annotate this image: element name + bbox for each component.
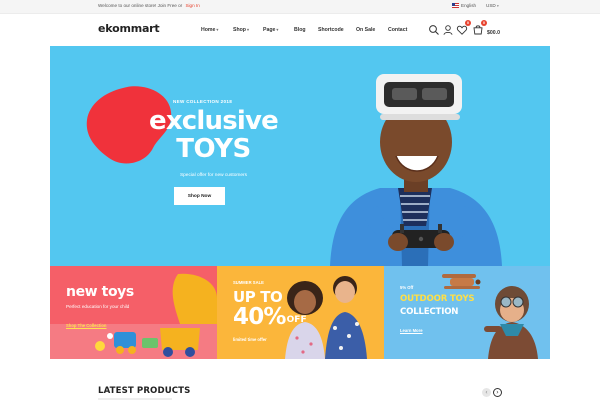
shop-now-button[interactable]: Shop Now (174, 187, 225, 205)
language-label: English (461, 3, 477, 8)
heart-icon[interactable]: 0 (456, 20, 471, 35)
page: Welcome to our online store! Join Free o… (0, 0, 600, 400)
banner-subtitle: limited time offer (233, 337, 267, 342)
nav-item-label: Contact (388, 27, 408, 33)
shop-collection-link[interactable]: Shop The Collection (66, 323, 106, 328)
nav-item-contact[interactable]: Contact (388, 27, 407, 33)
promo-banner-new-toys[interactable]: new toys Perfect education for your chil… (50, 266, 217, 359)
welcome-text: Welcome to our online store! Join Free o… (98, 3, 183, 8)
banner-subtitle: Perfect education for your child (66, 304, 130, 309)
currency-label: USD (486, 3, 496, 8)
nav-item-blog[interactable]: Blog (294, 27, 306, 33)
chevron-down-icon: ▾ (216, 27, 219, 32)
cart-total[interactable]: $00.0 (487, 30, 500, 36)
chevron-left-icon[interactable]: ‹ (482, 388, 491, 397)
nav-item-label: On Sale (356, 27, 376, 33)
learn-more-link[interactable]: Learn More (400, 328, 423, 333)
nav-item-on-sale[interactable]: On Sale (356, 27, 375, 33)
toys-image (50, 273, 217, 359)
promo-banner-outdoor-toys[interactable]: 5% Off OUTDOOR TOYS COLLECTION Learn Mor… (384, 266, 550, 359)
user-icon[interactable] (442, 23, 454, 35)
banner-title-line2: 40%OFF (233, 304, 307, 330)
nav-item-label: Blog (294, 27, 306, 33)
cart-icon[interactable]: 0 (472, 20, 487, 35)
site-logo[interactable]: ekommart (98, 22, 160, 35)
nav-item-shortcode[interactable]: Shortcode (318, 27, 344, 33)
signin-link[interactable]: Sign In (185, 3, 199, 8)
welcome-message: Welcome to our online store! Join Free o… (98, 3, 200, 8)
cart-count-badge: 0 (481, 20, 487, 26)
nav-item-label: Page (263, 27, 276, 33)
discount-value: 40% (233, 304, 286, 330)
hero-title-line1: exclusive (148, 106, 279, 136)
top-bar: Welcome to our online store! Join Free o… (0, 0, 600, 14)
nav-item-label: Shop (233, 27, 246, 33)
nav-item-home[interactable]: Home▾ (201, 27, 218, 33)
nav-item-label: Home (201, 27, 216, 33)
discount-tag: 5% Off (400, 285, 414, 290)
chevron-down-icon: ▾ (276, 27, 279, 32)
hero-title-line2: TOYS (176, 134, 251, 164)
search-icon[interactable] (428, 23, 440, 35)
latest-products-heading: LATEST PRODUCTS (98, 386, 191, 400)
language-switcher[interactable]: English (452, 3, 476, 8)
hero-kid-vr-image (330, 74, 502, 266)
us-flag-icon (452, 3, 459, 8)
chevron-down-icon: ▾ (246, 27, 249, 32)
nav-item-page[interactable]: Page▾ (263, 27, 278, 33)
banner-title: new toys (66, 284, 134, 300)
chevron-right-icon[interactable]: › (493, 388, 502, 397)
hero-slider: NEW COLLECTION 2018 exclusive TOYS Speci… (50, 46, 550, 266)
nav-item-shop[interactable]: Shop▾ (233, 27, 249, 33)
banner-title-line1: OUTDOOR TOYS (400, 294, 475, 304)
promo-banner-summer-sale[interactable]: SUMMER SALE UP TO 40%OFF limited time of… (217, 266, 384, 359)
main-header: ekommart Home▾ Shop▾ Page▾ Blog Shortcod… (0, 14, 600, 46)
nav-item-label: Shortcode (318, 27, 344, 33)
hero-offer-text: Special offer for new customers (179, 173, 248, 178)
currency-switcher[interactable]: USD ▾ (486, 3, 499, 8)
discount-suffix: OFF (286, 315, 307, 325)
wishlist-count-badge: 0 (465, 20, 471, 26)
sale-tag: SUMMER SALE (233, 280, 264, 285)
chevron-down-icon: ▾ (496, 4, 499, 8)
hero-subtitle: NEW COLLECTION 2018 (173, 99, 233, 104)
banner-title-line2: COLLECTION (400, 307, 459, 317)
